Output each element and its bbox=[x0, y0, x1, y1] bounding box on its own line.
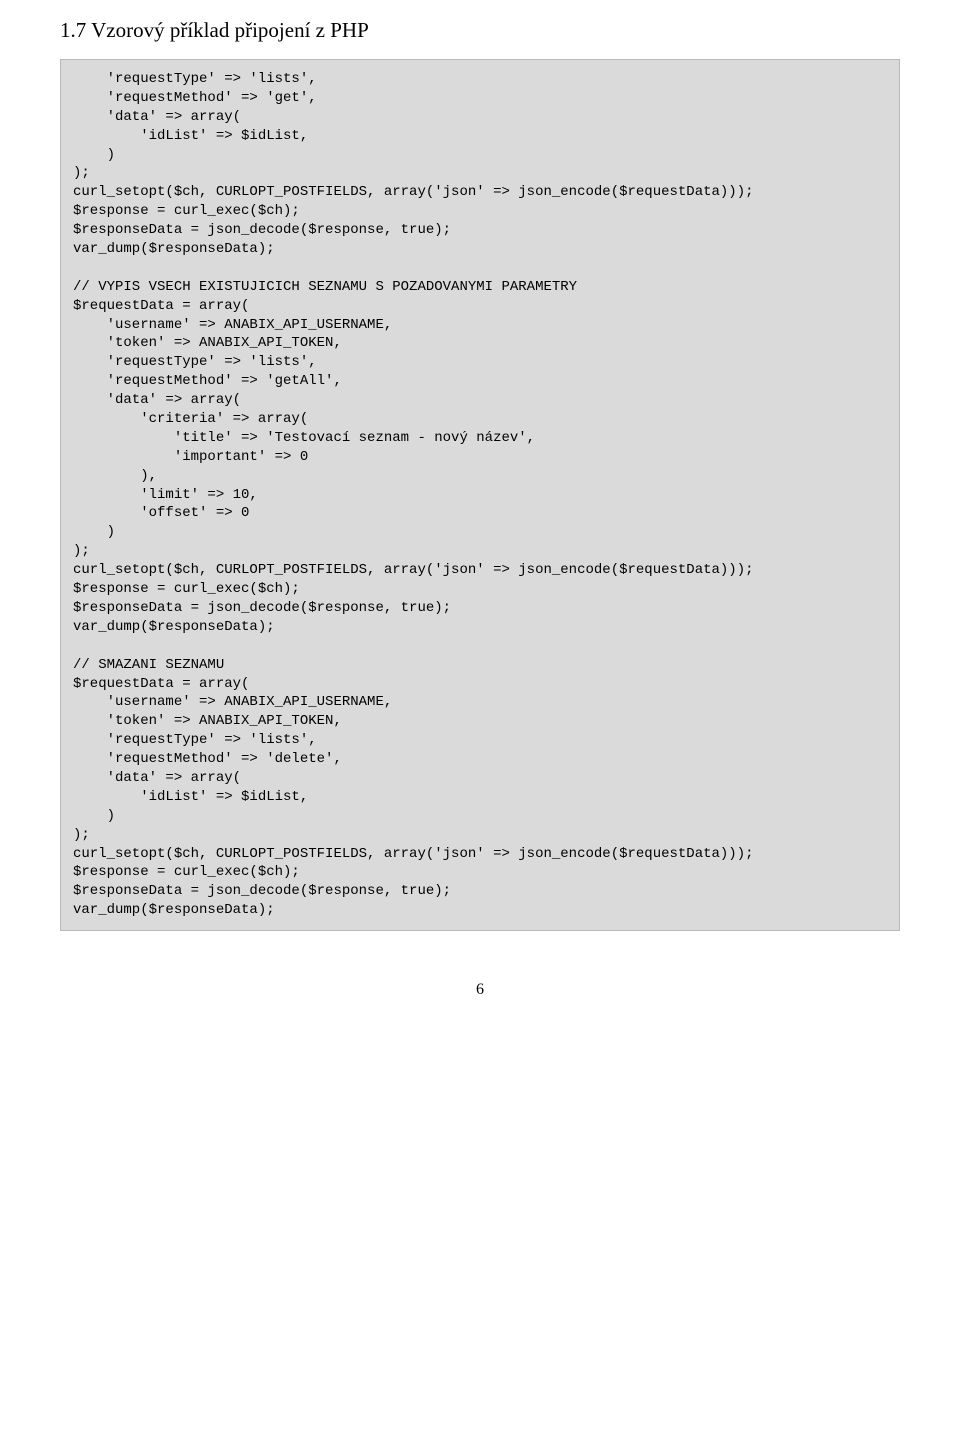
page-number: 6 bbox=[60, 981, 900, 999]
section-title: 1.7 Vzorový příklad připojení z PHP bbox=[60, 18, 900, 43]
page-container: 1.7 Vzorový příklad připojení z PHP 'req… bbox=[0, 0, 960, 1059]
code-block: 'requestType' => 'lists', 'requestMethod… bbox=[60, 59, 900, 931]
